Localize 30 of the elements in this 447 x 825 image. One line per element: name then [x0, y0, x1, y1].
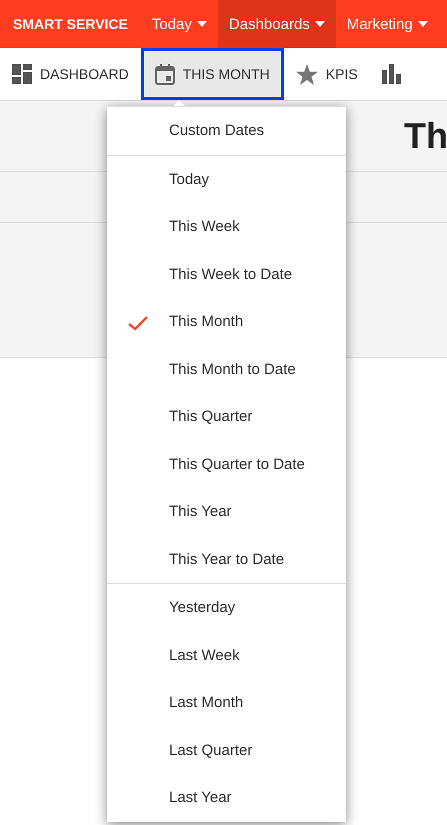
- menu-item[interactable]: Last Quarter: [107, 726, 346, 774]
- menu-item[interactable]: This Month: [107, 298, 346, 346]
- menu-item[interactable]: This Quarter to Date: [107, 440, 346, 488]
- menu-item[interactable]: Today: [107, 156, 346, 203]
- toolbar-tab[interactable]: KPIS: [284, 48, 370, 100]
- page-heading: Th: [404, 115, 447, 157]
- nav-menu[interactable]: Today: [140, 0, 218, 48]
- toolbar-tab[interactable]: THIS MONTH: [140, 48, 284, 100]
- menu-item[interactable]: Custom Dates: [107, 107, 346, 154]
- caret-icon: [314, 21, 325, 27]
- brand-title: SMART SERVICE: [12, 15, 129, 34]
- menu-item[interactable]: This Year: [107, 488, 346, 536]
- menu-item[interactable]: This Quarter: [107, 393, 346, 440]
- menu-item[interactable]: This Year to Date: [107, 536, 346, 583]
- caret-icon: [418, 21, 428, 27]
- grid-icon: [12, 64, 32, 84]
- toolbar-tab[interactable]: DASHBOARD: [0, 48, 141, 100]
- bar-chart-icon: [382, 64, 402, 84]
- nav-menu[interactable]: Dashboards: [218, 0, 336, 48]
- menu-item[interactable]: Yesterday: [107, 584, 346, 632]
- calendar-icon: [154, 64, 175, 84]
- menu-item[interactable]: Last Month: [107, 679, 346, 726]
- star-icon: [296, 64, 318, 84]
- menu-item[interactable]: This Week: [107, 203, 346, 250]
- menu-item[interactable]: Last Year: [107, 774, 346, 822]
- caret-icon: [196, 21, 207, 27]
- menu-item[interactable]: This Week to Date: [107, 250, 346, 298]
- menu-item[interactable]: This Month to Date: [107, 346, 346, 393]
- nav-menu[interactable]: Marketing: [336, 0, 439, 48]
- menu-item[interactable]: Last Week: [107, 632, 346, 679]
